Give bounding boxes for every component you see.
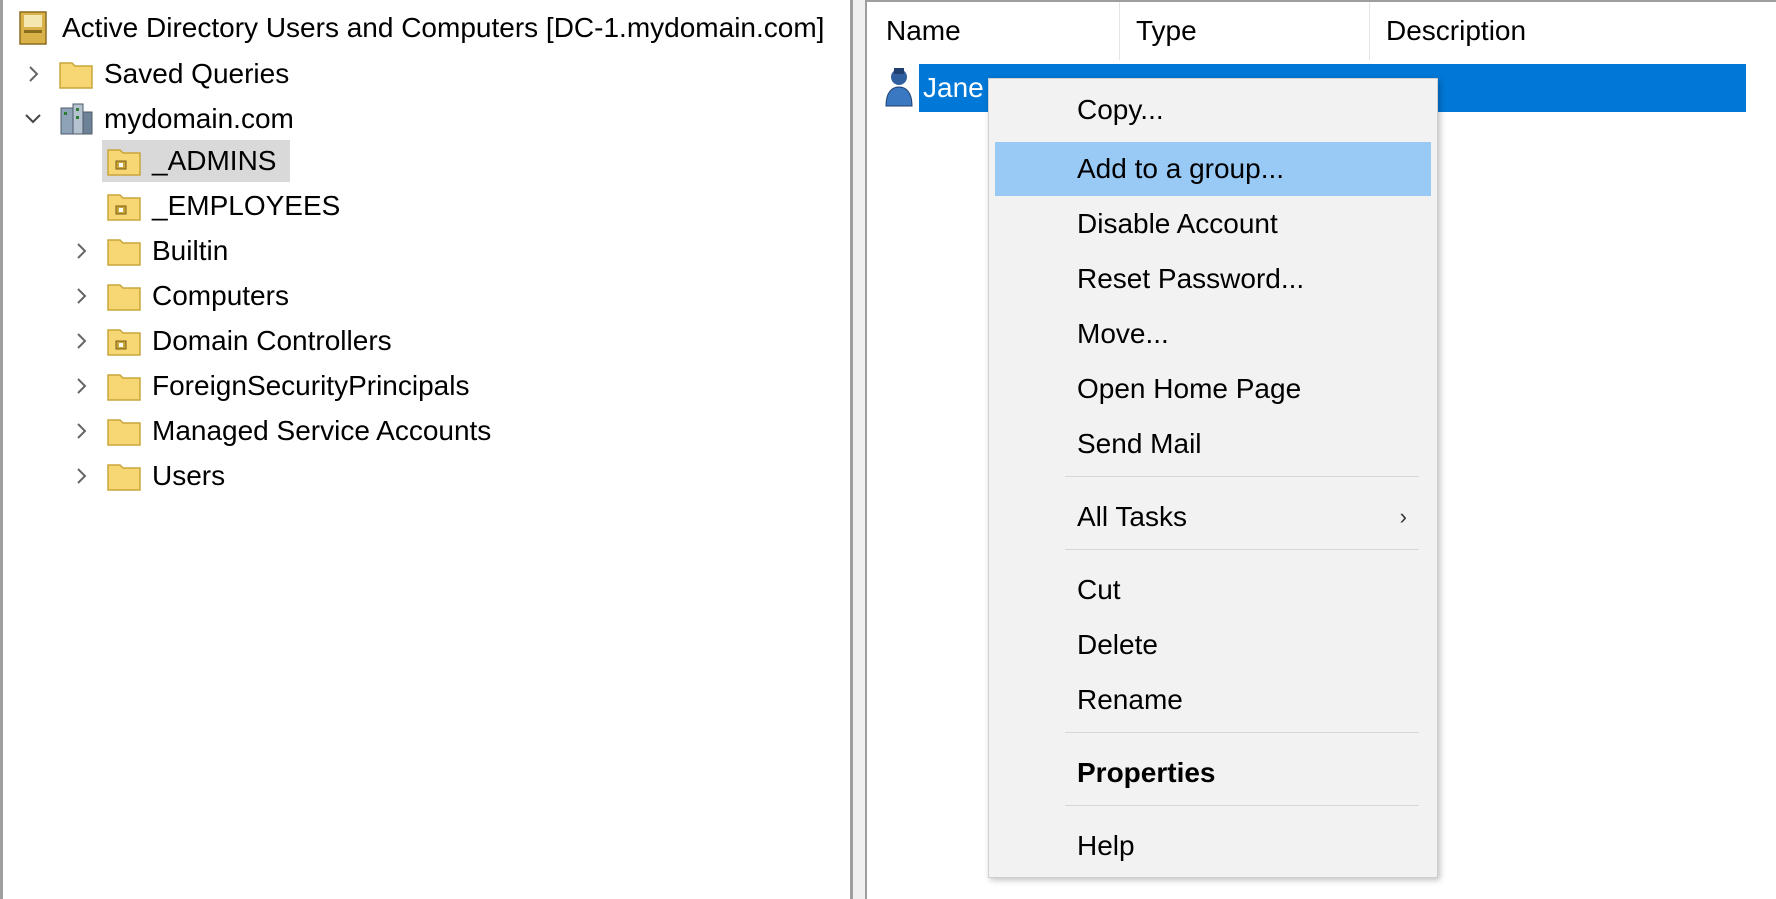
pane-splitter[interactable] bbox=[853, 0, 865, 899]
expand-users-chevron[interactable] bbox=[70, 456, 92, 496]
domain-building-icon bbox=[60, 103, 93, 135]
expand-computers-chevron[interactable] bbox=[70, 276, 92, 316]
tree-item-admins[interactable]: _ADMINS bbox=[106, 141, 276, 181]
menu-item-all-tasks[interactable]: All Tasks › bbox=[995, 490, 1431, 544]
tree-item-employees[interactable]: _EMPLOYEES bbox=[106, 186, 340, 226]
expand-saved-queries-chevron[interactable] bbox=[22, 54, 44, 94]
menu-separator bbox=[1065, 476, 1419, 477]
menu-item-label: Reset Password... bbox=[1077, 263, 1305, 294]
chevron-right-icon bbox=[77, 378, 87, 394]
menu-item-properties[interactable]: Properties bbox=[995, 746, 1431, 800]
menu-item-add-to-group[interactable]: Add to a group... bbox=[995, 142, 1431, 196]
folder-icon bbox=[107, 419, 141, 446]
menu-item-delete[interactable]: Delete bbox=[995, 618, 1431, 672]
menu-separator bbox=[1065, 732, 1419, 733]
menu-item-label: Rename bbox=[1077, 684, 1183, 715]
menu-item-label: Add to a group... bbox=[1077, 153, 1285, 184]
tree-item-builtin[interactable]: Builtin bbox=[106, 231, 228, 271]
menu-item-label: All Tasks bbox=[1077, 501, 1187, 532]
menu-item-label: Copy... bbox=[1077, 94, 1164, 125]
menu-separator bbox=[1065, 549, 1419, 550]
column-header-label: Type bbox=[1136, 15, 1197, 46]
expand-msa-chevron[interactable] bbox=[70, 411, 92, 451]
expand-fsp-chevron[interactable] bbox=[70, 366, 92, 406]
tree-item-domain-controllers[interactable]: Domain Controllers bbox=[106, 321, 392, 361]
tree-item-label: Domain Controllers bbox=[152, 325, 392, 356]
tree-item-label: Users bbox=[152, 460, 226, 491]
tree-root[interactable]: Active Directory Users and Computers [DC… bbox=[16, 8, 824, 48]
menu-item-label: Delete bbox=[1077, 629, 1158, 660]
ou-folder-icon bbox=[107, 329, 141, 356]
column-header-label: Description bbox=[1386, 15, 1527, 46]
menu-item-rename[interactable]: Rename bbox=[995, 673, 1431, 727]
menu-item-label: Open Home Page bbox=[1077, 373, 1302, 404]
tree-item-saved-queries[interactable]: Saved Queries bbox=[58, 54, 289, 94]
menu-item-copy[interactable]: Copy... bbox=[995, 83, 1431, 137]
tree-item-label: _ADMINS bbox=[152, 145, 277, 176]
tree-root-label: Active Directory Users and Computers [DC… bbox=[62, 12, 825, 43]
expand-builtin-chevron[interactable] bbox=[70, 231, 92, 271]
ou-folder-icon bbox=[107, 149, 141, 176]
chevron-right-icon bbox=[77, 288, 87, 304]
submenu-arrow-icon: › bbox=[1399, 504, 1407, 529]
column-header-label: Name bbox=[886, 15, 961, 46]
folder-icon bbox=[107, 239, 141, 266]
context-menu: Copy... Add to a group... Disable Accoun… bbox=[988, 78, 1438, 878]
tree-item-label: Saved Queries bbox=[104, 58, 290, 89]
aduc-console-icon bbox=[19, 11, 47, 45]
menu-item-cut[interactable]: Cut bbox=[995, 563, 1431, 617]
tree-item-domain[interactable]: mydomain.com bbox=[58, 99, 294, 139]
menu-item-label: Help bbox=[1077, 830, 1135, 861]
menu-item-label: Cut bbox=[1077, 574, 1121, 605]
chevron-right-icon bbox=[29, 66, 39, 82]
ou-folder-icon bbox=[107, 194, 141, 221]
menu-item-open-home-page[interactable]: Open Home Page bbox=[995, 362, 1431, 416]
column-header-type[interactable]: Type bbox=[1120, 2, 1370, 60]
tree-item-label: ForeignSecurityPrincipals bbox=[152, 370, 470, 401]
tree-item-foreign-security-principals[interactable]: ForeignSecurityPrincipals bbox=[106, 366, 469, 406]
menu-item-disable-account[interactable]: Disable Account bbox=[995, 197, 1431, 251]
folder-icon bbox=[107, 284, 141, 311]
menu-item-send-mail[interactable]: Send Mail bbox=[995, 417, 1431, 471]
user-icon bbox=[885, 68, 913, 107]
column-header-description[interactable]: Description bbox=[1370, 2, 1670, 60]
tree-item-users[interactable]: Users bbox=[106, 456, 225, 496]
folder-icon bbox=[59, 62, 93, 89]
tree-item-label: Builtin bbox=[152, 235, 229, 266]
tree-item-label: Managed Service Accounts bbox=[152, 415, 492, 446]
expand-domain-controllers-chevron[interactable] bbox=[70, 321, 92, 361]
tree-item-label: Computers bbox=[152, 280, 289, 311]
folder-icon bbox=[107, 464, 141, 491]
menu-item-label: Disable Account bbox=[1077, 208, 1278, 239]
chevron-right-icon bbox=[77, 333, 87, 349]
menu-item-label: Send Mail bbox=[1077, 428, 1202, 459]
menu-item-label: Move... bbox=[1077, 318, 1169, 349]
menu-item-label: Properties bbox=[1077, 757, 1216, 788]
chevron-down-icon bbox=[25, 114, 41, 124]
tree-item-managed-service-accounts[interactable]: Managed Service Accounts bbox=[106, 411, 491, 451]
chevron-right-icon bbox=[77, 243, 87, 259]
menu-item-reset-password[interactable]: Reset Password... bbox=[995, 252, 1431, 306]
menu-item-help[interactable]: Help bbox=[995, 819, 1431, 873]
tree-item-computers[interactable]: Computers bbox=[106, 276, 289, 316]
chevron-right-icon bbox=[77, 423, 87, 439]
collapse-domain-chevron[interactable] bbox=[22, 99, 44, 139]
column-header-name[interactable]: Name bbox=[870, 2, 1120, 60]
chevron-right-icon bbox=[77, 468, 87, 484]
tree-item-label: _EMPLOYEES bbox=[152, 190, 341, 221]
folder-icon bbox=[107, 374, 141, 401]
tree-item-label: mydomain.com bbox=[104, 103, 294, 134]
menu-item-move[interactable]: Move... bbox=[995, 307, 1431, 361]
menu-separator bbox=[1065, 805, 1419, 806]
